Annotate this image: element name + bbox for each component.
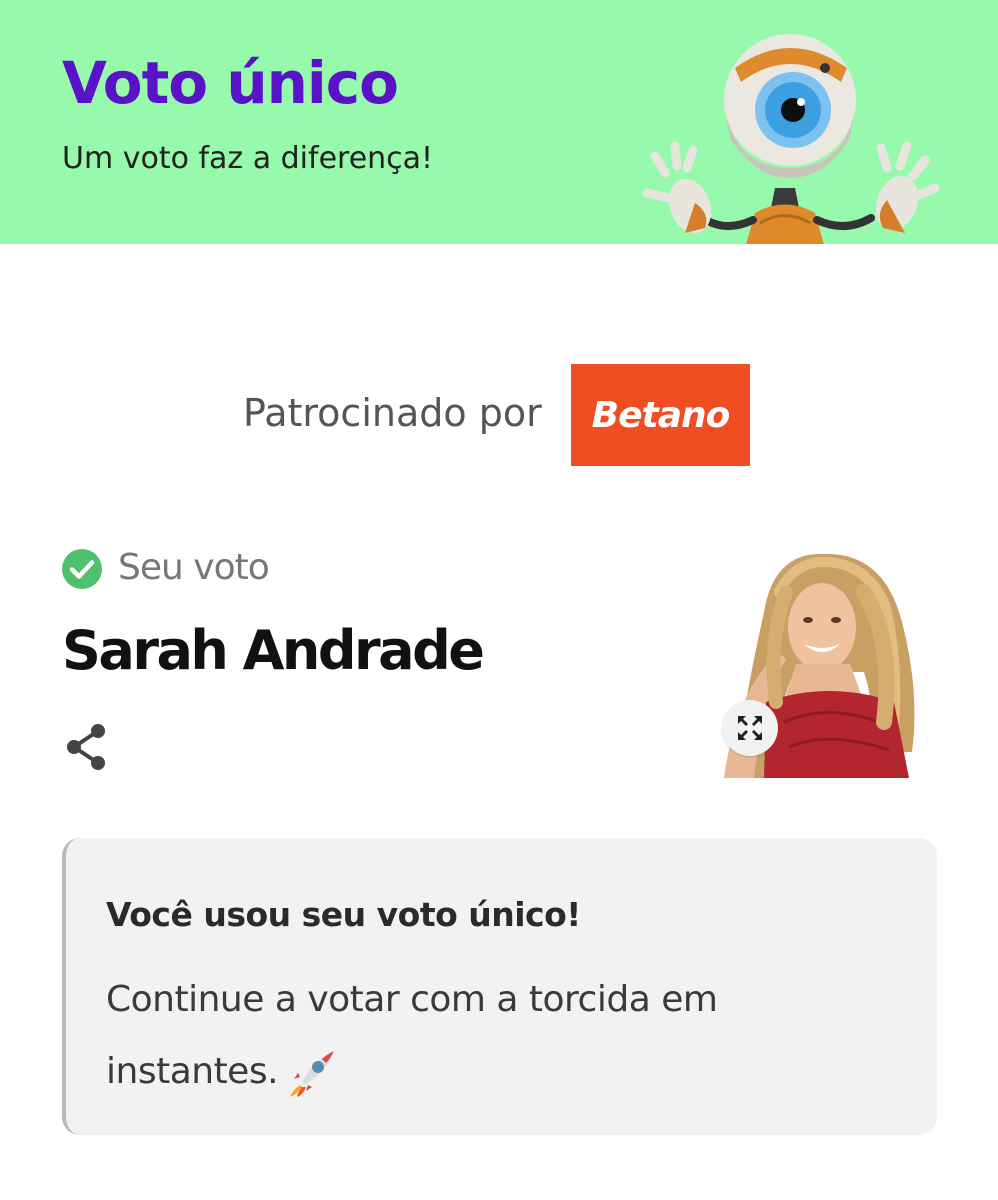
expand-icon xyxy=(737,715,763,741)
message-title: Você usou seu voto único! xyxy=(106,895,581,934)
rocket-icon xyxy=(290,1051,335,1097)
share-icon[interactable] xyxy=(64,722,110,772)
header-banner: Voto único Um voto faz a diferença! xyxy=(0,0,998,244)
message-body-wrapper: Continue a votar com a torcida em instan… xyxy=(106,964,866,1108)
info-message-box: Você usou seu voto único! Continue a vot… xyxy=(62,838,937,1135)
message-body: Continue a votar com a torcida em instan… xyxy=(106,979,718,1092)
sponsor-logo[interactable]: Betano xyxy=(571,364,750,466)
page-subtitle: Um voto faz a diferença! xyxy=(62,141,434,176)
sponsor-label: Patrocinado por xyxy=(243,391,542,435)
page-title: Voto único xyxy=(62,49,399,117)
expand-photo-button[interactable] xyxy=(722,700,778,756)
page: Voto único Um voto faz a diferença! Patr… xyxy=(0,0,998,1200)
sponsor-logo-text: Betano xyxy=(591,394,731,436)
check-circle-icon xyxy=(62,549,102,589)
big-brother-eye-mascot-icon xyxy=(642,34,940,244)
vote-status-label: Seu voto xyxy=(118,547,270,588)
candidate-name: Sarah Andrade xyxy=(62,619,485,682)
